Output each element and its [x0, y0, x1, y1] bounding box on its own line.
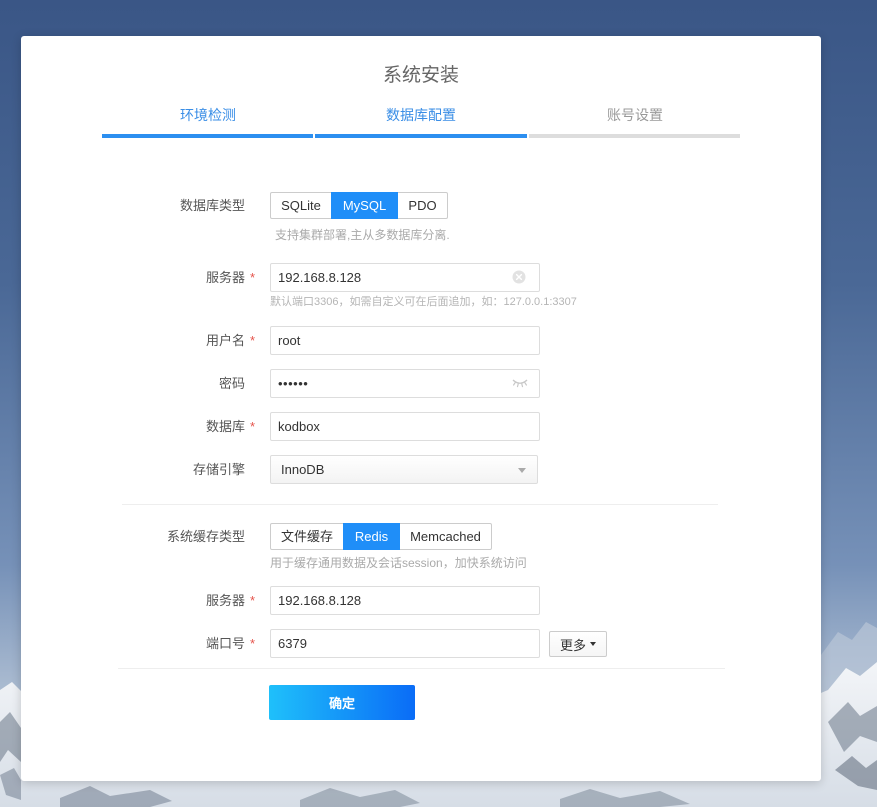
db-username-label: 用户名: [205, 333, 245, 348]
db-type-label: 数据库类型: [179, 198, 245, 213]
db-username-input[interactable]: [270, 326, 540, 355]
cache-server-label: 服务器: [205, 593, 245, 608]
cache-type-label: 系统缓存类型: [166, 529, 245, 544]
cache-port-required-mark: *: [250, 636, 256, 651]
step-account-settings[interactable]: 账号设置: [529, 105, 741, 125]
db-engine-select[interactable]: InnoDB: [270, 455, 538, 484]
dialog-title: 系统安装: [382, 65, 459, 86]
confirm-button[interactable]: 确定: [269, 685, 415, 720]
cache-server-required-mark: *: [250, 593, 256, 608]
caret-down-icon: [590, 642, 596, 646]
more-options-label: 更多: [559, 637, 586, 653]
step-label-account-settings: 账号设置: [607, 107, 663, 123]
cache-type-hint: 用于缓存通用数据及会话session，加快系统访问: [270, 556, 527, 570]
form-footer-divider: [118, 668, 725, 669]
chevron-down-icon: [518, 468, 526, 473]
install-dialog: 系统安装 环境检测 数据库配置 账号设置 数据库类型 SQLite MySQL …: [21, 36, 821, 781]
db-server-hint: 默认端口3306，如需自定义可在后面追加，如：127.0.0.1:3307: [270, 296, 577, 308]
step-environment-check[interactable]: 环境检测: [102, 105, 314, 125]
db-name-input[interactable]: [270, 412, 540, 441]
db-username-required-mark: *: [250, 333, 256, 348]
db-type-selector: SQLite MySQL PDO: [270, 192, 448, 219]
more-options-button[interactable]: 更多: [549, 631, 607, 657]
step-database-config[interactable]: 数据库配置: [315, 105, 527, 125]
cache-server-input[interactable]: [270, 586, 540, 615]
db-password-label: 密码: [218, 376, 245, 391]
db-type-pdo-button[interactable]: PDO: [397, 192, 448, 219]
cache-port-input[interactable]: [270, 629, 540, 658]
progress-segment-account-settings: [529, 134, 740, 138]
progress-segment-environment-check: [102, 134, 313, 138]
db-server-label: 服务器: [205, 270, 245, 285]
db-password-input[interactable]: [270, 369, 540, 398]
db-type-mysql-button[interactable]: MySQL: [331, 192, 398, 219]
section-divider: [122, 504, 718, 505]
db-name-required-mark: *: [250, 419, 256, 434]
db-type-sqlite-button[interactable]: SQLite: [270, 192, 332, 219]
progress-segment-database-config: [315, 134, 527, 138]
cache-type-redis-button[interactable]: Redis: [343, 523, 400, 550]
db-type-hint: 支持集群部署,主从多数据库分离.: [275, 228, 450, 242]
step-label-environment-check: 环境检测: [180, 107, 236, 123]
db-engine-value: InnoDB: [281, 462, 325, 477]
db-server-required-mark: *: [250, 270, 256, 285]
clear-circle-icon[interactable]: [512, 270, 526, 284]
cache-port-label: 端口号: [205, 636, 245, 651]
cache-type-file-button[interactable]: 文件缓存: [270, 523, 344, 550]
db-engine-label: 存储引擎: [192, 462, 245, 477]
cache-type-memcached-button[interactable]: Memcached: [399, 523, 492, 550]
db-server-input[interactable]: [270, 263, 540, 292]
step-label-database-config: 数据库配置: [386, 107, 456, 123]
cache-type-selector: 文件缓存 Redis Memcached: [270, 523, 492, 550]
eye-off-icon[interactable]: [511, 377, 529, 389]
db-name-label: 数据库: [205, 419, 245, 434]
